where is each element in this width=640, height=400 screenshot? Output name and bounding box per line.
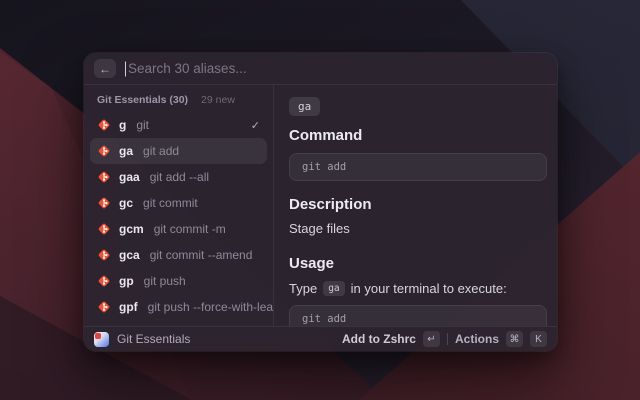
launcher-window: ← Git Essentials (30) 29 new (84, 53, 557, 351)
alias-list-item[interactable]: gca git commit --amend ✓ (90, 242, 267, 268)
alias-badge: ga (289, 97, 320, 116)
alias-command: git push --force-with-lease (148, 300, 274, 314)
usage-line: Type ga in your terminal to execute: (289, 281, 547, 296)
usage-suffix: in your terminal to execute: (351, 281, 507, 296)
command-code-block: git add (289, 153, 547, 181)
usage-prefix: Type (289, 281, 317, 296)
git-icon (97, 222, 111, 236)
main-content: Git Essentials (30) 29 new g git ✓ (84, 85, 557, 326)
usage-heading: Usage (289, 255, 547, 272)
alias-name: gc (119, 196, 133, 210)
alias-list-item[interactable]: ga git add ✓ (90, 138, 267, 164)
alias-name: g (119, 118, 126, 132)
status-bar: Git Essentials Add to Zshrc ↵ Actions ⌘ … (84, 326, 557, 351)
cmd-key-badge: ⌘ (506, 331, 523, 347)
actions-button[interactable]: Actions (455, 332, 499, 346)
search-input[interactable] (125, 61, 547, 76)
alias-list-item[interactable]: gc git commit ✓ (90, 190, 267, 216)
git-icon (97, 170, 111, 184)
back-arrow-icon: ← (99, 63, 111, 75)
description-text: Stage files (289, 221, 547, 236)
alias-command: git commit -m (154, 222, 226, 236)
alias-list-item[interactable]: gaa git add --all ✓ (90, 164, 267, 190)
alias-command: git add (143, 144, 179, 158)
description-heading: Description (289, 196, 547, 213)
alias-name: gaa (119, 170, 140, 184)
list-section-header: Git Essentials (30) 29 new (90, 85, 267, 112)
extension-icon (94, 332, 109, 347)
section-title: Git Essentials (30) (97, 94, 188, 106)
action-separator (447, 333, 448, 345)
alias-name: gpf (119, 300, 138, 314)
alias-list-item[interactable]: g git ✓ (90, 112, 267, 138)
alias-list-panel: Git Essentials (30) 29 new g git ✓ (84, 85, 274, 326)
git-icon (97, 118, 111, 132)
extension-name: Git Essentials (117, 332, 190, 346)
k-key-badge: K (530, 331, 547, 347)
text-caret (125, 61, 126, 76)
enter-key-badge: ↵ (423, 331, 440, 347)
alias-command: git commit --amend (150, 248, 253, 262)
git-icon (97, 196, 111, 210)
back-button[interactable]: ← (94, 59, 116, 78)
alias-list: g git ✓ ga git add ✓ (90, 112, 267, 326)
alias-list-item[interactable]: gp git push ✓ (90, 268, 267, 294)
alias-command: git commit (143, 196, 198, 210)
status-bar-actions: Add to Zshrc ↵ Actions ⌘ K (342, 331, 547, 347)
alias-list-item[interactable]: gpf git push --force-with-lease ✓ (90, 294, 267, 320)
alias-command: git add --all (150, 170, 209, 184)
git-icon (97, 300, 111, 314)
alias-name: gcm (119, 222, 144, 236)
alias-command: git (136, 118, 149, 132)
usage-alias-chip: ga (323, 281, 344, 296)
usage-code-block: git add (289, 305, 547, 326)
alias-list-item[interactable]: gcm git commit -m ✓ (90, 216, 267, 242)
command-heading: Command (289, 127, 547, 144)
primary-action-button[interactable]: Add to Zshrc (342, 332, 416, 346)
search-field-wrap (125, 61, 547, 76)
git-icon (97, 274, 111, 288)
alias-name: gp (119, 274, 134, 288)
alias-detail-panel: ga Command git add Description Stage fil… (274, 85, 557, 326)
check-icon: ✓ (251, 119, 260, 132)
git-icon (97, 248, 111, 262)
search-bar: ← (84, 53, 557, 85)
alias-name: ga (119, 144, 133, 158)
git-icon (97, 144, 111, 158)
alias-name: gca (119, 248, 140, 262)
alias-command: git push (144, 274, 186, 288)
section-new-badge: 29 new (201, 94, 235, 106)
